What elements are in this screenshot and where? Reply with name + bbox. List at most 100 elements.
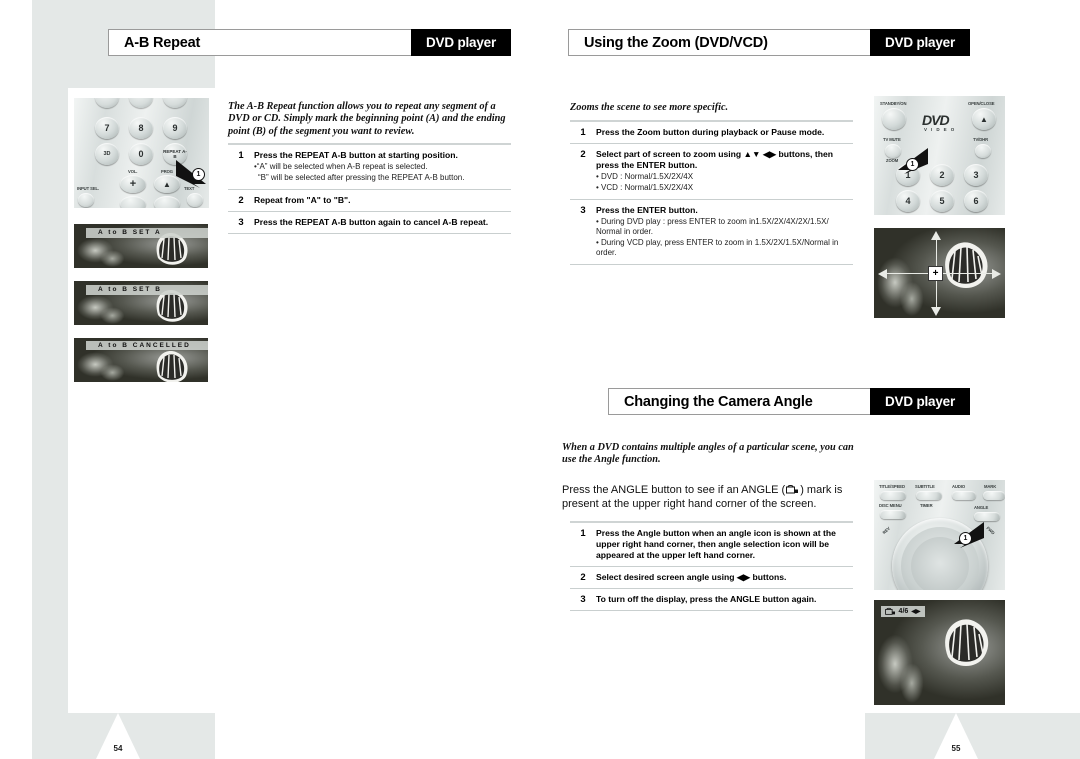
step-title: Press the ENTER button. (596, 204, 698, 215)
label-title-speed: TITLE/SPEED (879, 484, 905, 489)
step-row: 1 Press the REPEAT A-B button at startin… (228, 145, 511, 189)
step-number: 2 (238, 194, 244, 206)
label-subtitle: SUBTITLE (915, 484, 935, 489)
angle-osd-screen: 4/6 ◀▶ (874, 600, 1005, 705)
osd-bar-set-b: A to B SET B (86, 284, 208, 295)
key-open-close: ▲ (972, 108, 996, 130)
intro-zoom: Zooms the scene to see more specific. (570, 102, 729, 113)
step-row: 1 Press the Angle button when an angle i… (570, 523, 853, 566)
dvd-logo: DVD (922, 112, 950, 128)
label-disc-menu: DISC MENU (879, 503, 902, 508)
key-8: 8 (129, 117, 153, 139)
label-standby-on: STANDBY/ON (880, 101, 907, 106)
callout-1: 1 (959, 532, 972, 545)
header-changing-camera-angle: Changing the Camera Angle DVD player (608, 388, 970, 415)
step-subtext: • DVD : Normal/1.5X/2X/4X (596, 172, 694, 181)
step-subtext: • VCD : Normal/1.5X/2X/4X (596, 183, 694, 193)
key-text (187, 193, 203, 207)
step-title: Press the REPEAT A-B button again to can… (254, 216, 489, 227)
osd-angle-indicator: 4/6 ◀▶ (880, 606, 925, 618)
label-timer: TIMER (920, 503, 933, 508)
key-3: 3 (964, 164, 988, 186)
step-number: 2 (580, 149, 586, 160)
screenshot-set-a: A to B SET A (74, 224, 208, 268)
label-prog: PROG (161, 169, 173, 174)
arrow-right-icon (992, 269, 1001, 279)
key-9: 9 (163, 117, 187, 139)
key-0: 0 (129, 143, 153, 165)
screenshot-set-b: A to B SET B (74, 281, 208, 325)
step-number: 1 (238, 150, 244, 161)
intro-angle: When a DVD contains multiple angles of a… (562, 442, 854, 466)
angle-paragraph-before: Press the ANGLE button to see if an ANGL… (562, 484, 786, 496)
key-mark (983, 491, 1005, 500)
step-number: 1 (580, 528, 586, 539)
zoom-center-marker: + (928, 266, 943, 281)
key-tv-dhr (975, 144, 991, 158)
butterfly-graphic (156, 350, 188, 382)
key-input-sel (78, 193, 94, 207)
key-7: 7 (95, 117, 119, 139)
step-row: 2 Select part of screen to zoom using ▲▼… (570, 144, 853, 199)
callout-1: 1 (906, 158, 919, 171)
header-tag-dvd-player-angle: DVD player (870, 388, 970, 415)
label-audio: AUDIO (952, 484, 965, 489)
step-number: 2 (580, 572, 586, 583)
intro-a-b-repeat: The A-B Repeat function allows you to re… (228, 101, 506, 137)
key-audio (952, 491, 976, 500)
step-subtext: • During DVD play : press ENTER to zoom … (596, 216, 829, 236)
key-disc-menu (880, 510, 906, 519)
arrow-down-icon (931, 307, 941, 316)
key-vol-down (120, 196, 146, 208)
osd-bar-cancelled: A to B CANCELLED (86, 341, 208, 350)
label-open-close: OPEN/CLOSE (968, 101, 995, 106)
header-title-angle: Changing the Camera Angle (608, 388, 870, 415)
arrow-up-icon (931, 231, 941, 240)
steps-angle: 1 Press the Angle button when an angle i… (570, 521, 853, 611)
key-6: 6 (964, 190, 988, 212)
step-number: 1 (580, 127, 586, 138)
remote-angle-jogdial: TITLE/SPEED SUBTITLE AUDIO MARK DISC MEN… (874, 480, 1005, 590)
osd-angle-arrows: ◀▶ (911, 609, 921, 616)
step-row: 3 Press the ENTER button. • During DVD p… (570, 200, 853, 264)
label-tv-dhr: TV/DHR (973, 137, 988, 142)
zoom-target-screen: + (874, 228, 1005, 318)
arrow-left-icon (878, 269, 887, 279)
key-title-speed (880, 491, 906, 500)
page-number-left: 54 (113, 744, 123, 753)
angle-mark-icon (786, 485, 799, 494)
page-number-right: 55 (951, 744, 961, 753)
step-row: 1 Press the Zoom button during playback … (570, 122, 853, 143)
step-title: Press the Zoom button during playback or… (596, 127, 825, 137)
angle-paragraph: Press the ANGLE button to see if an ANGL… (562, 483, 862, 511)
step-subtext: • During VCD play, press ENTER to zoom i… (596, 238, 839, 258)
step-divider (570, 610, 853, 611)
header-title-zoom: Using the Zoom (DVD/VCD) (568, 29, 870, 56)
screenshot-cancelled: A to B CANCELLED (74, 338, 208, 382)
header-tag-dvd-player-left: DVD player (411, 29, 511, 56)
angle-mark-icon (884, 608, 895, 616)
step-subtext: “B” will be selected after pressing the … (258, 173, 465, 183)
osd-bar-set-a: A to B SET A (86, 227, 208, 238)
step-row: 3 Press the REPEAT A-B button again to c… (228, 212, 511, 233)
steps-a-b-repeat: 1 Press the REPEAT A-B button at startin… (228, 143, 511, 234)
header-using-the-zoom: Using the Zoom (DVD/VCD) DVD player (568, 29, 970, 56)
step-number: 3 (238, 216, 244, 228)
key-3d: 3D (95, 143, 119, 165)
steps-zoom: 1 Press the Zoom button during playback … (570, 120, 853, 265)
step-subtext: •“A” will be selected when A-B repeat is… (254, 162, 428, 171)
step-divider (570, 263, 853, 265)
key-2: 2 (930, 164, 954, 186)
step-title: Repeat from "A" to "B". (254, 194, 351, 205)
step-number: 3 (580, 594, 586, 605)
step-row: 3 To turn off the display, press the ANG… (570, 589, 853, 610)
step-row: 2 Select desired screen angle using ◀▶ b… (570, 567, 853, 588)
step-title: Select part of screen to zoom using ▲▼ ◀… (596, 149, 833, 170)
label-angle: ANGLE (974, 505, 989, 510)
label-tv-mute: TV MUTE (883, 137, 901, 142)
step-title: Select desired screen angle using ◀▶ but… (596, 572, 787, 582)
key-prog-down (154, 196, 180, 208)
butterfly-graphic (944, 618, 988, 666)
step-title: To turn off the display, press the ANGLE… (596, 594, 817, 604)
key-4: 4 (896, 190, 920, 212)
